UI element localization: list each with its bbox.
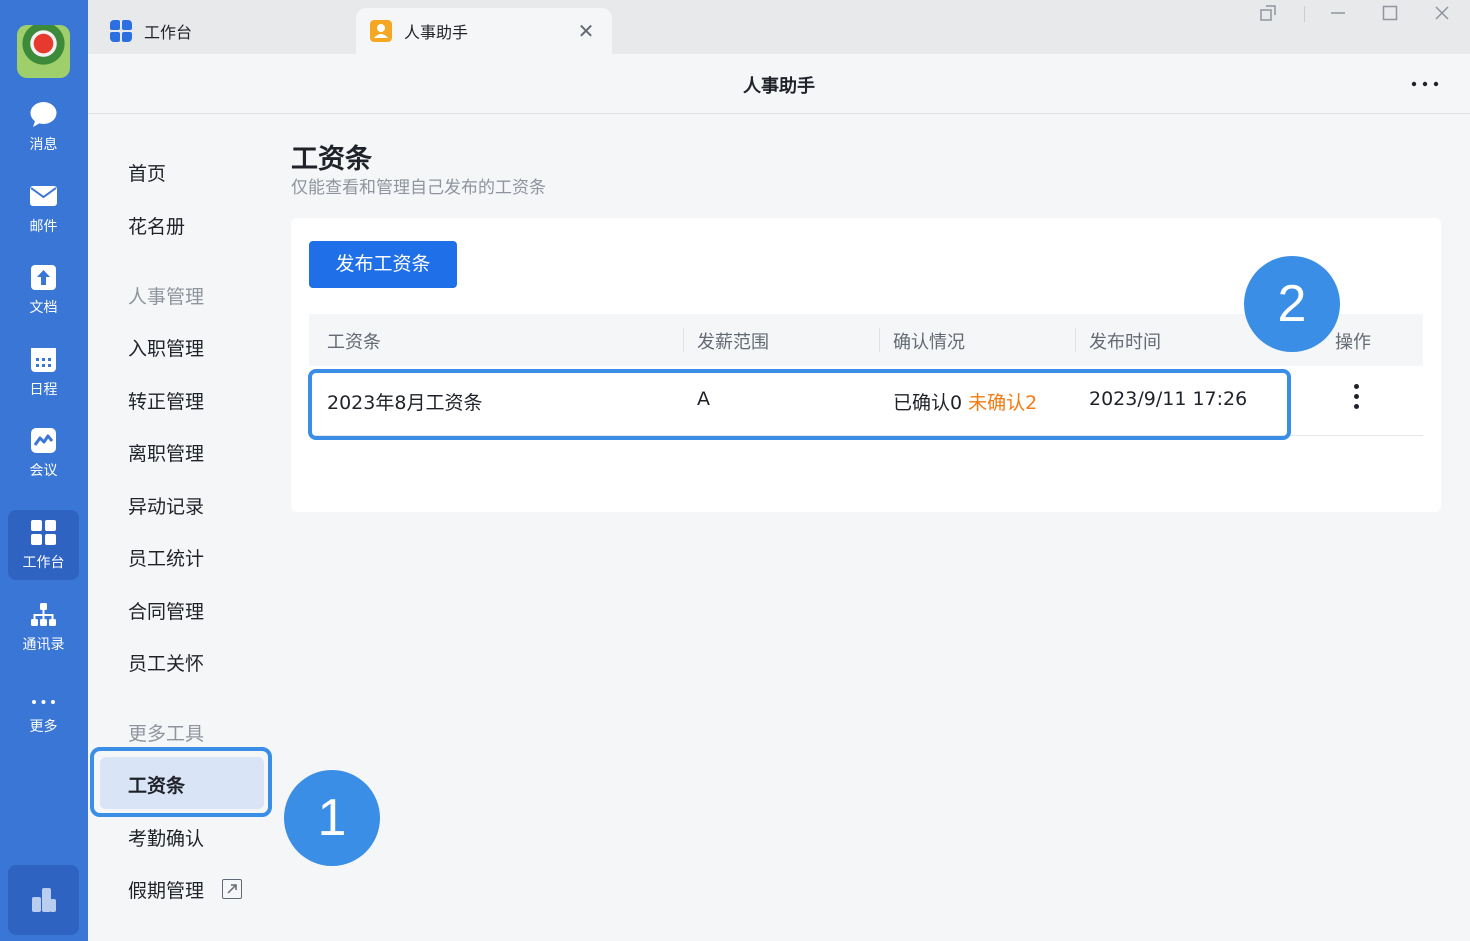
dock-label: 更多 — [29, 719, 58, 735]
nav-item-home[interactable]: 首页 — [128, 159, 166, 186]
more-dots-icon — [32, 700, 55, 704]
highlight-outline — [90, 747, 272, 817]
dock-item-messages[interactable]: 消息 — [8, 92, 79, 162]
col-divider — [1075, 328, 1076, 352]
person-icon — [370, 20, 392, 42]
window-close-icon[interactable] — [1432, 4, 1452, 24]
grid-icon — [110, 20, 132, 42]
nav-item-attendance[interactable]: 考勤确认 — [128, 824, 204, 851]
nav-item-leave[interactable]: 假期管理 — [128, 876, 243, 903]
docs-icon — [31, 265, 56, 290]
app-title-bar: 人事助手 — [88, 54, 1470, 114]
tab-workbench[interactable]: 工作台 — [110, 8, 350, 54]
tab-label: 工作台 — [144, 23, 193, 42]
app-dock: 消息 邮件 文档 日程 会议 工作台 通讯录 更多 — [0, 0, 88, 941]
dock-item-contacts[interactable]: 通讯录 — [8, 592, 79, 662]
popout-icon[interactable] — [1258, 4, 1278, 24]
dock-item-docs[interactable]: 文档 — [8, 255, 79, 325]
tab-bar: 工作台 人事助手 ✕ — [88, 0, 1470, 54]
nav-item-onboarding[interactable]: 入职管理 — [128, 334, 204, 361]
calendar-icon — [31, 348, 56, 372]
dock-label: 会议 — [29, 463, 58, 479]
row-actions-icon[interactable] — [1354, 384, 1360, 414]
nav-item-care[interactable]: 员工关怀 — [128, 649, 204, 676]
mail-icon — [30, 186, 57, 206]
org-chart-icon — [31, 603, 56, 626]
nav-group-tools: 更多工具 — [128, 723, 205, 745]
tab-hr-assistant[interactable]: 人事助手 ✕ — [356, 8, 612, 54]
dock-label: 消息 — [29, 137, 58, 153]
highlight-outline — [308, 369, 1291, 440]
close-icon[interactable]: ✕ — [576, 21, 596, 41]
col-header-scope: 发薪范围 — [697, 332, 769, 353]
nav-item-regularization[interactable]: 转正管理 — [128, 387, 204, 414]
page-title: 工资条 — [291, 144, 372, 175]
nav-item-stats[interactable]: 员工统计 — [128, 544, 204, 571]
chat-bubble-icon — [30, 102, 57, 127]
nav-item-offboarding[interactable]: 离职管理 — [128, 439, 204, 466]
nav-item-leave-label: 假期管理 — [128, 880, 205, 902]
dock-item-mail[interactable]: 邮件 — [8, 174, 79, 244]
page-subtitle: 仅能查看和管理自己发布的工资条 — [291, 178, 546, 198]
step-badge-1: 1 — [284, 770, 380, 866]
dock-label: 通讯录 — [22, 637, 65, 653]
col-header-ops: 操作 — [1335, 332, 1371, 353]
maximize-icon[interactable] — [1380, 4, 1400, 24]
col-header-time: 发布时间 — [1089, 332, 1161, 353]
more-options-icon[interactable] — [1410, 70, 1440, 96]
apps-shortcut-icon — [32, 888, 56, 912]
dock-label: 工作台 — [22, 555, 65, 571]
tab-label: 人事助手 — [404, 23, 469, 42]
publish-payslip-button[interactable]: 发布工资条 — [309, 241, 457, 288]
avatar[interactable] — [17, 25, 70, 78]
step-badge-2: 2 — [1244, 256, 1340, 352]
minimize-icon[interactable] — [1328, 4, 1348, 24]
meeting-icon — [31, 428, 56, 453]
dock-item-workbench[interactable]: 工作台 — [8, 510, 79, 580]
nav-group-hr: 人事管理 — [128, 286, 205, 308]
dock-item-more[interactable]: 更多 — [8, 674, 79, 744]
col-divider — [683, 328, 684, 352]
col-divider — [879, 328, 880, 352]
nav-item-contracts[interactable]: 合同管理 — [128, 597, 204, 624]
app-title: 人事助手 — [743, 76, 815, 97]
col-header-name: 工资条 — [327, 332, 381, 353]
dock-item-calendar[interactable]: 日程 — [8, 337, 79, 407]
dock-label: 文档 — [29, 300, 58, 316]
dock-item-meetings[interactable]: 会议 — [8, 418, 79, 488]
dock-label: 日程 — [29, 382, 58, 398]
dock-apps-button[interactable] — [8, 865, 79, 935]
nav-item-changes[interactable]: 异动记录 — [128, 492, 204, 519]
grid-icon — [31, 520, 56, 545]
dock-label: 邮件 — [29, 219, 58, 235]
divider — [1304, 6, 1305, 22]
col-header-confirm: 确认情况 — [893, 332, 965, 353]
side-nav: 首页 花名册 人事管理 入职管理 转正管理 离职管理 异动记录 员工统计 合同管… — [88, 115, 288, 941]
nav-item-roster[interactable]: 花名册 — [128, 212, 185, 239]
external-link-icon — [222, 879, 243, 899]
